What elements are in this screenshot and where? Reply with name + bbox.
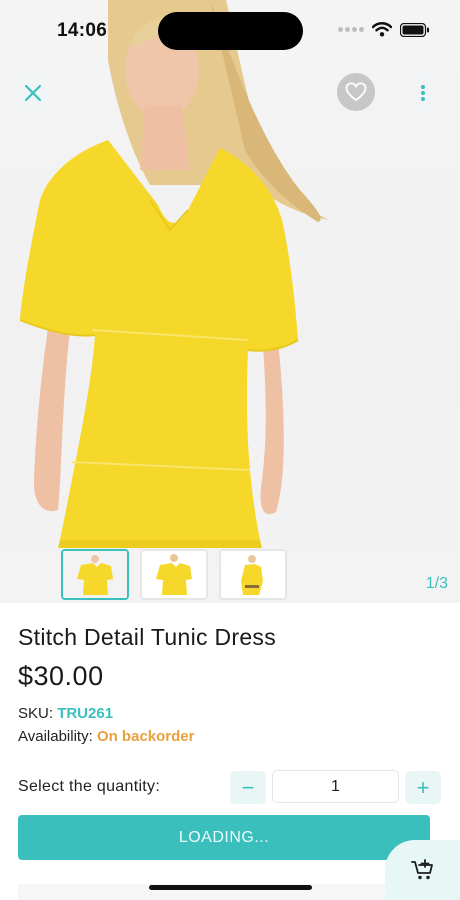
availability-value: On backorder	[96, 728, 195, 745]
sku-label: SKU:	[18, 705, 54, 722]
image-counter: 1/3	[425, 575, 448, 592]
add-to-cart-button[interactable]: LOADING...	[18, 815, 430, 860]
thumbnail-1[interactable]	[61, 549, 129, 600]
battery-icon	[400, 22, 429, 37]
sku-row: SKU: TRU261	[18, 705, 113, 722]
close-icon	[24, 84, 42, 102]
status-time: 14:06	[57, 20, 108, 41]
dynamic-island	[158, 12, 303, 50]
product-image-gallery[interactable]: 14:06 1/3	[0, 0, 460, 603]
wifi-icon	[372, 22, 392, 37]
close-button[interactable]	[12, 72, 54, 114]
cart-add-icon	[410, 859, 433, 880]
home-indicator	[149, 885, 312, 890]
availability-row: Availability: On backorder	[18, 728, 194, 745]
thumbnail-image	[63, 551, 127, 598]
signal-icon	[338, 27, 364, 32]
cart-button[interactable]	[385, 840, 460, 900]
product-price: $30.00	[18, 661, 104, 691]
thumbnail-image	[221, 551, 285, 598]
sku-value: TRU261	[57, 705, 114, 722]
quantity-input[interactable]: 1	[272, 770, 399, 803]
more-options-button[interactable]	[402, 72, 444, 114]
quantity-label: Select the quantity:	[18, 778, 161, 795]
thumbnail-image	[142, 551, 206, 598]
thumbnail-2[interactable]	[140, 549, 208, 600]
quantity-increase-button[interactable]: +	[405, 771, 441, 804]
favorite-button[interactable]	[337, 73, 375, 111]
quantity-decrease-button[interactable]: −	[230, 771, 266, 804]
heart-icon	[345, 82, 367, 102]
product-title: Stitch Detail Tunic Dress	[18, 624, 277, 650]
availability-label: Availability:	[18, 728, 93, 745]
more-vertical-icon	[421, 85, 425, 101]
thumbnail-3[interactable]	[219, 549, 287, 600]
status-icons	[338, 22, 430, 37]
thumbnail-strip	[61, 549, 287, 600]
product-photo	[19, 0, 330, 548]
